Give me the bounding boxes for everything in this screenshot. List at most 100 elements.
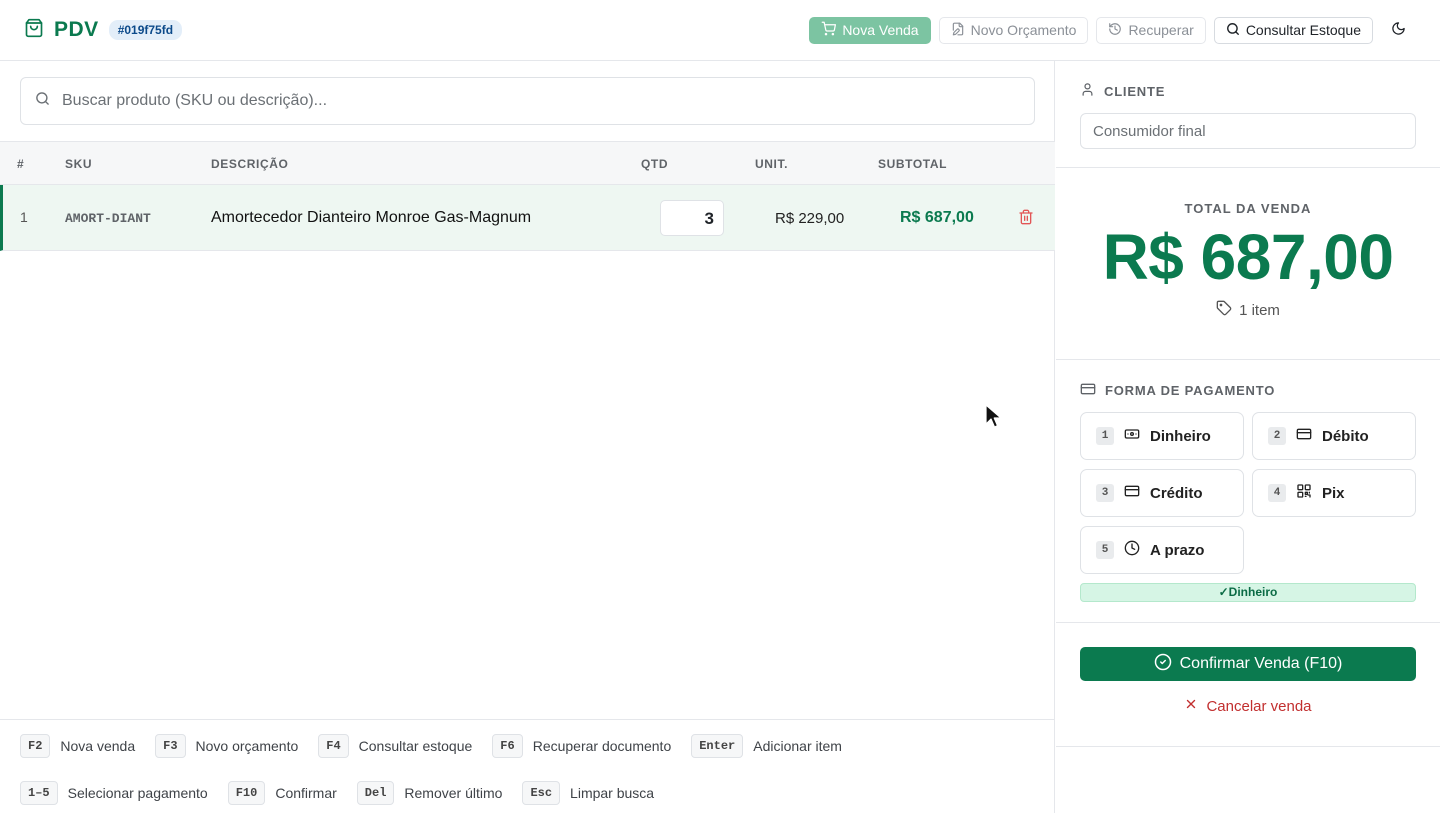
total-value: R$ 687,00	[1102, 221, 1394, 293]
user-icon	[1080, 82, 1095, 100]
shortcut-key: 1–5	[20, 780, 58, 805]
mouse-cursor-icon	[985, 404, 1003, 435]
payment-key: 5	[1096, 541, 1114, 559]
shortcut-key: F2	[20, 734, 51, 758]
payment-label: A prazo	[1150, 541, 1205, 559]
payment-credito-button[interactable]: 3 Crédito	[1080, 469, 1244, 517]
recuperar-button[interactable]: Recuperar	[1096, 16, 1206, 44]
shortcut-key: Enter	[691, 734, 744, 758]
column-header-subtotal: SUBTOTAL	[878, 157, 948, 171]
consultar-estoque-button[interactable]: Consultar Estoque	[1213, 16, 1373, 44]
shopping-bag-icon	[24, 18, 44, 43]
shortcut-label: Remover último	[404, 784, 503, 801]
novo-orcamento-button[interactable]: Novo Orçamento	[938, 16, 1089, 44]
cancel-sale-label: Cancelar venda	[1206, 697, 1312, 715]
main-panel: Buscar produto (SKU ou descrição)... # S…	[0, 61, 1055, 813]
payment-title: FORMA DE PAGAMENTO	[1080, 381, 1416, 400]
moon-icon	[1391, 21, 1406, 39]
cart-icon	[821, 21, 837, 39]
payment-label: Débito	[1322, 427, 1369, 445]
shortcut-item: F4 Consultar estoque	[318, 734, 472, 758]
column-header-qty: QTD	[641, 157, 669, 171]
document-id-badge: #019f75fd	[108, 20, 183, 40]
item-count: 1 item	[1056, 300, 1440, 320]
payment-dinheiro-button[interactable]: 1 Dinheiro	[1080, 412, 1244, 460]
clock-icon	[1124, 540, 1140, 560]
shortcut-label: Confirmar	[275, 784, 337, 801]
novo-orcamento-label: Novo Orçamento	[970, 22, 1077, 38]
payment-key: 1	[1096, 427, 1114, 445]
column-header-index: #	[17, 157, 25, 171]
quantity-input[interactable]: 3	[660, 200, 724, 236]
cancel-sale-button[interactable]: Cancelar venda	[1080, 697, 1416, 715]
column-header-unit: UNIT.	[755, 157, 788, 171]
cliente-title: CLIENTE	[1080, 82, 1416, 100]
column-header-description: DESCRIÇÃO	[211, 157, 289, 171]
payment-a-prazo-button[interactable]: 5 A prazo	[1080, 526, 1244, 574]
payment-debito-button[interactable]: 2 Débito	[1252, 412, 1416, 460]
row-description: Amortecedor Dianteiro Monroe Gas-Magnum	[211, 209, 532, 226]
theme-toggle-button[interactable]	[1381, 16, 1416, 44]
close-icon	[1184, 697, 1198, 715]
cliente-section: CLIENTE Consumidor final	[1056, 61, 1440, 168]
confirm-sale-button[interactable]: Confirmar Venda (F10)	[1080, 647, 1416, 681]
payment-label: Pix	[1322, 484, 1345, 502]
row-unit-price: R$ 229,00	[775, 210, 845, 227]
shortcut-item: Enter Adicionar item	[691, 734, 842, 758]
shortcut-item: F3 Novo orçamento	[155, 734, 298, 758]
top-bar: PDV #019f75fd Nova Venda Novo Orçamento …	[0, 0, 1440, 61]
payment-section: FORMA DE PAGAMENTO 1 Dinheiro 2 Débito 3…	[1056, 360, 1440, 623]
confirm-sale-label: Confirmar Venda (F10)	[1179, 655, 1343, 672]
qr-code-icon	[1296, 483, 1312, 503]
tag-icon	[1216, 300, 1232, 320]
shortcut-item: Del Remover último	[356, 780, 503, 805]
sidebar: CLIENTE Consumidor final TOTAL DA VENDA …	[1056, 61, 1440, 813]
nova-venda-label: Nova Venda	[842, 22, 919, 38]
item-count-label: 1 item	[1239, 301, 1280, 319]
shortcut-item: F2 Nova venda	[20, 734, 135, 758]
nova-venda-button[interactable]: Nova Venda	[809, 16, 931, 44]
shortcut-label: Novo orçamento	[195, 738, 299, 754]
selected-payment-badge: ✓Dinheiro	[1080, 583, 1416, 602]
shortcut-key: F6	[492, 734, 523, 758]
actions-section: Confirmar Venda (F10) Cancelar venda	[1056, 623, 1440, 747]
shortcut-label: Selecionar pagamento	[67, 784, 208, 801]
shortcut-label: Adicionar item	[753, 738, 842, 754]
search-placeholder: Buscar produto (SKU ou descrição)...	[62, 92, 328, 109]
payment-label: Crédito	[1150, 484, 1203, 502]
payment-label: Dinheiro	[1150, 427, 1211, 445]
payment-key: 4	[1268, 484, 1286, 502]
recuperar-label: Recuperar	[1128, 22, 1194, 38]
history-icon	[1108, 22, 1122, 39]
shortcut-item: F10 Confirmar	[227, 780, 337, 805]
search-input[interactable]: Buscar produto (SKU ou descrição)...	[20, 77, 1035, 125]
row-subtotal: R$ 687,00	[900, 209, 974, 226]
shortcut-item: 1–5 Selecionar pagamento	[20, 780, 208, 805]
payment-title-label: FORMA DE PAGAMENTO	[1105, 383, 1276, 398]
table-row[interactable]: 1 AMORT-DIANT Amortecedor Dianteiro Monr…	[0, 185, 1055, 251]
credit-card-icon	[1080, 381, 1096, 400]
shortcut-label: Nova venda	[60, 738, 136, 754]
payment-pix-button[interactable]: 4 Pix	[1252, 469, 1416, 517]
file-pen-icon	[951, 22, 965, 39]
shortcut-key: F3	[155, 734, 186, 758]
cliente-input[interactable]: Consumidor final	[1080, 113, 1416, 149]
row-sku: AMORT-DIANT	[65, 211, 151, 226]
cliente-title-label: CLIENTE	[1104, 83, 1166, 99]
search-icon	[1226, 22, 1240, 39]
column-header-sku: SKU	[65, 157, 93, 171]
shortcut-item: Esc Limpar busca	[522, 780, 654, 805]
total-section: TOTAL DA VENDA R$ 687,00 1 item	[1056, 168, 1440, 360]
payment-key: 3	[1096, 484, 1114, 502]
credit-card-icon	[1124, 483, 1140, 503]
shortcut-item: F6 Recuperar documento	[492, 734, 671, 758]
brand: PDV #019f75fd	[24, 18, 183, 43]
shortcut-key: Esc	[522, 780, 561, 805]
shortcut-label: Consultar estoque	[358, 738, 473, 754]
trash-icon[interactable]	[1018, 209, 1034, 230]
banknote-icon	[1124, 426, 1140, 446]
row-index: 1	[20, 209, 28, 225]
total-label: TOTAL DA VENDA	[1184, 201, 1312, 216]
payment-key: 2	[1268, 427, 1286, 445]
credit-card-icon	[1296, 426, 1312, 446]
